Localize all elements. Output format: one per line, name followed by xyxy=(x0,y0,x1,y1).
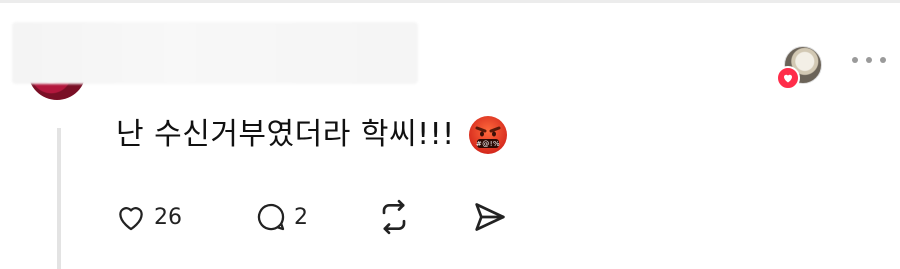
more-horizontal-icon[interactable] xyxy=(852,57,886,67)
svg-text:#@!%: #@!% xyxy=(475,140,499,148)
thread-line xyxy=(57,128,61,269)
share-button[interactable] xyxy=(470,196,510,238)
comment-text: 난 수신거부였더라 학씨!!! xyxy=(116,117,455,152)
send-icon xyxy=(475,203,505,231)
like-button[interactable]: 26 xyxy=(114,196,182,238)
repost-icon xyxy=(382,199,406,235)
heart-icon xyxy=(776,66,800,90)
reply-count: 2 xyxy=(294,204,308,230)
comment-body: 난 수신거부였더라 학씨!!! #@!% xyxy=(116,114,509,156)
reply-button[interactable]: 2 xyxy=(254,196,308,238)
face-with-symbols-on-mouth-icon: #@!% xyxy=(468,116,507,154)
repost-button[interactable] xyxy=(374,196,414,238)
comment-icon xyxy=(257,203,285,231)
like-count: 26 xyxy=(154,204,182,230)
top-divider xyxy=(0,0,900,3)
blurred-username xyxy=(12,22,418,84)
heart-outline-icon xyxy=(119,207,143,231)
